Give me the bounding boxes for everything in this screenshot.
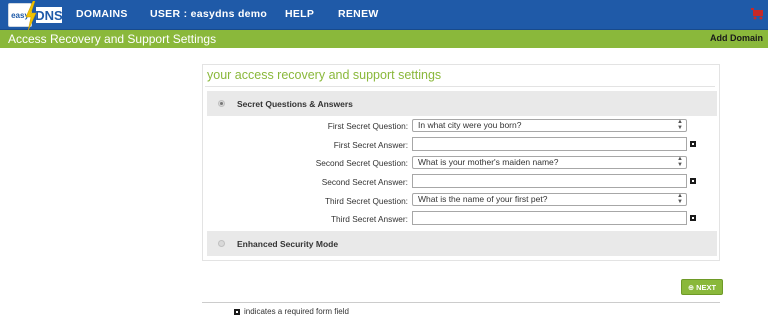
nav-renew[interactable]: RENEW [338, 8, 379, 20]
third-question-value: What is the name of your first pet? [418, 194, 548, 204]
section-secret-questions[interactable]: Secret Questions & Answers [207, 91, 717, 116]
next-arrow-icon: ⊕ [687, 282, 695, 292]
required-field-note: indicates a required form field [234, 307, 349, 316]
next-button[interactable]: ⊕ NEXT [681, 279, 723, 295]
top-navigation: easy DNS DOMAINS USER : easydns demo HEL… [0, 0, 768, 31]
logo-dns: DNS [34, 5, 64, 25]
first-answer-input[interactable] [412, 137, 687, 151]
section-enhanced-security[interactable]: Enhanced Security Mode [207, 231, 717, 256]
nav-help[interactable]: HELP [285, 8, 314, 20]
first-question-select[interactable]: In what city were you born? ▲ ▼ [412, 119, 687, 132]
page-header-bar: Access Recovery and Support Settings Add… [0, 30, 768, 48]
second-question-label: Second Secret Question: [315, 158, 408, 168]
first-question-value: In what city were you born? [418, 120, 522, 130]
next-button-label: NEXT [696, 282, 717, 292]
easydns-logo[interactable]: easy DNS [8, 1, 66, 31]
second-answer-label: Second Secret Answer: [321, 177, 408, 187]
shopping-cart-icon[interactable] [751, 8, 765, 20]
first-question-label: First Secret Question: [327, 121, 408, 131]
nav-domains[interactable]: DOMAINS [76, 8, 128, 20]
add-domain-link[interactable]: Add Domain [710, 33, 763, 43]
required-marker-icon [234, 308, 240, 315]
section-secret-questions-label: Secret Questions & Answers [237, 98, 353, 109]
second-question-value: What is your mother's maiden name? [418, 157, 559, 167]
required-marker-icon [690, 141, 696, 147]
third-question-label: Third Secret Question: [324, 196, 408, 206]
third-answer-input[interactable] [412, 211, 687, 225]
second-answer-input[interactable] [412, 174, 687, 188]
required-marker-icon [690, 215, 696, 221]
required-marker-icon [690, 178, 696, 184]
required-field-note-text: indicates a required form field [244, 307, 349, 316]
radio-secret-questions[interactable] [218, 100, 225, 107]
third-answer-label: Third Secret Answer: [330, 214, 408, 224]
select-arrows-icon: ▲ ▼ [677, 193, 683, 205]
panel-title: your access recovery and support setting… [207, 68, 442, 82]
first-answer-label: First Secret Answer: [333, 140, 408, 150]
nav-user[interactable]: USER : easydns demo [150, 8, 267, 20]
section-enhanced-security-label: Enhanced Security Mode [237, 238, 339, 249]
page-title: Access Recovery and Support Settings [8, 32, 217, 46]
divider [205, 86, 715, 87]
second-question-select[interactable]: What is your mother's maiden name? ▲ ▼ [412, 156, 687, 169]
select-arrows-icon: ▲ ▼ [677, 156, 683, 168]
select-arrows-icon: ▲ ▼ [677, 119, 683, 131]
lightning-bolt-icon [25, 1, 37, 31]
footer-divider [202, 302, 720, 303]
third-question-select[interactable]: What is the name of your first pet? ▲ ▼ [412, 193, 687, 206]
radio-enhanced-security[interactable] [218, 240, 225, 247]
